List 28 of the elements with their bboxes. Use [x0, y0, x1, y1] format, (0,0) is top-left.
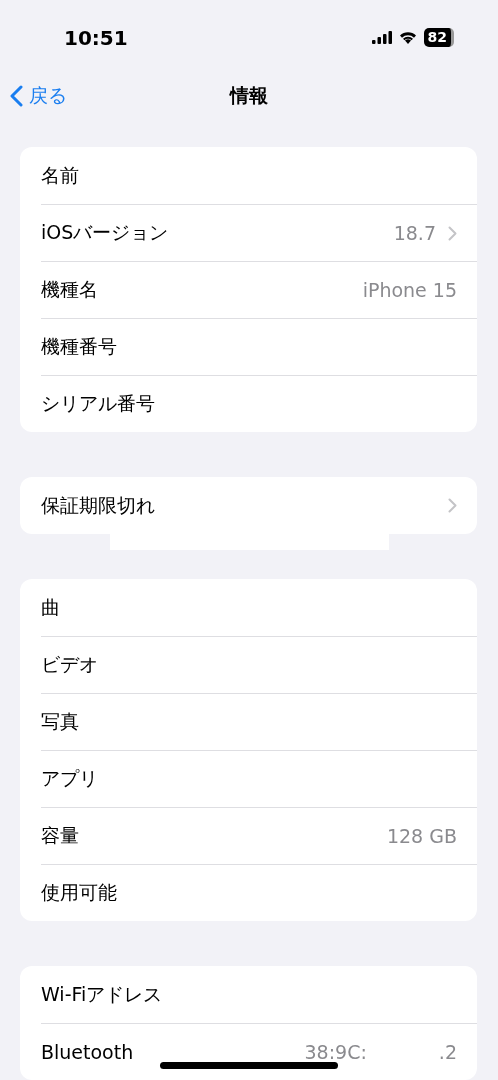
row-label[interactable]: 保証期限切れ	[41, 492, 155, 519]
row-label: 機種名	[41, 277, 98, 302]
row-label: ビデオ	[41, 652, 98, 677]
row-label: 使用可能	[41, 880, 117, 905]
row-value: 18.7	[393, 222, 436, 244]
row-value: 128 GB	[386, 825, 457, 847]
wifi-icon	[398, 30, 417, 44]
nav-title: 情報	[230, 83, 268, 108]
chevron-icon	[448, 498, 457, 513]
chevron-icon	[448, 225, 457, 241]
battery-icon: 82	[423, 27, 454, 47]
back-chevron-icon	[10, 85, 23, 107]
row-label: Bluetooth	[41, 1041, 134, 1063]
row-label: 曲	[41, 594, 60, 620]
row-label: アプリ	[41, 766, 98, 791]
row-label[interactable]: iOSバージョン	[41, 220, 169, 246]
status-time: 10:51	[64, 25, 128, 50]
signal-icon	[371, 30, 392, 44]
back-button[interactable]: 戻る	[10, 74, 67, 118]
row-label: 機種番号	[41, 334, 117, 359]
row-label: 名前	[41, 162, 79, 188]
row-label: シリアル番号	[41, 391, 155, 416]
row-label: 写真	[41, 709, 79, 734]
row-value: 38:9C:	[304, 1041, 367, 1063]
row-label: 容量	[41, 823, 79, 848]
row-value: .2	[438, 1041, 457, 1063]
row-value: iPhone 15	[362, 279, 457, 301]
row-label: Wi-Fiアドレス	[41, 981, 163, 1007]
